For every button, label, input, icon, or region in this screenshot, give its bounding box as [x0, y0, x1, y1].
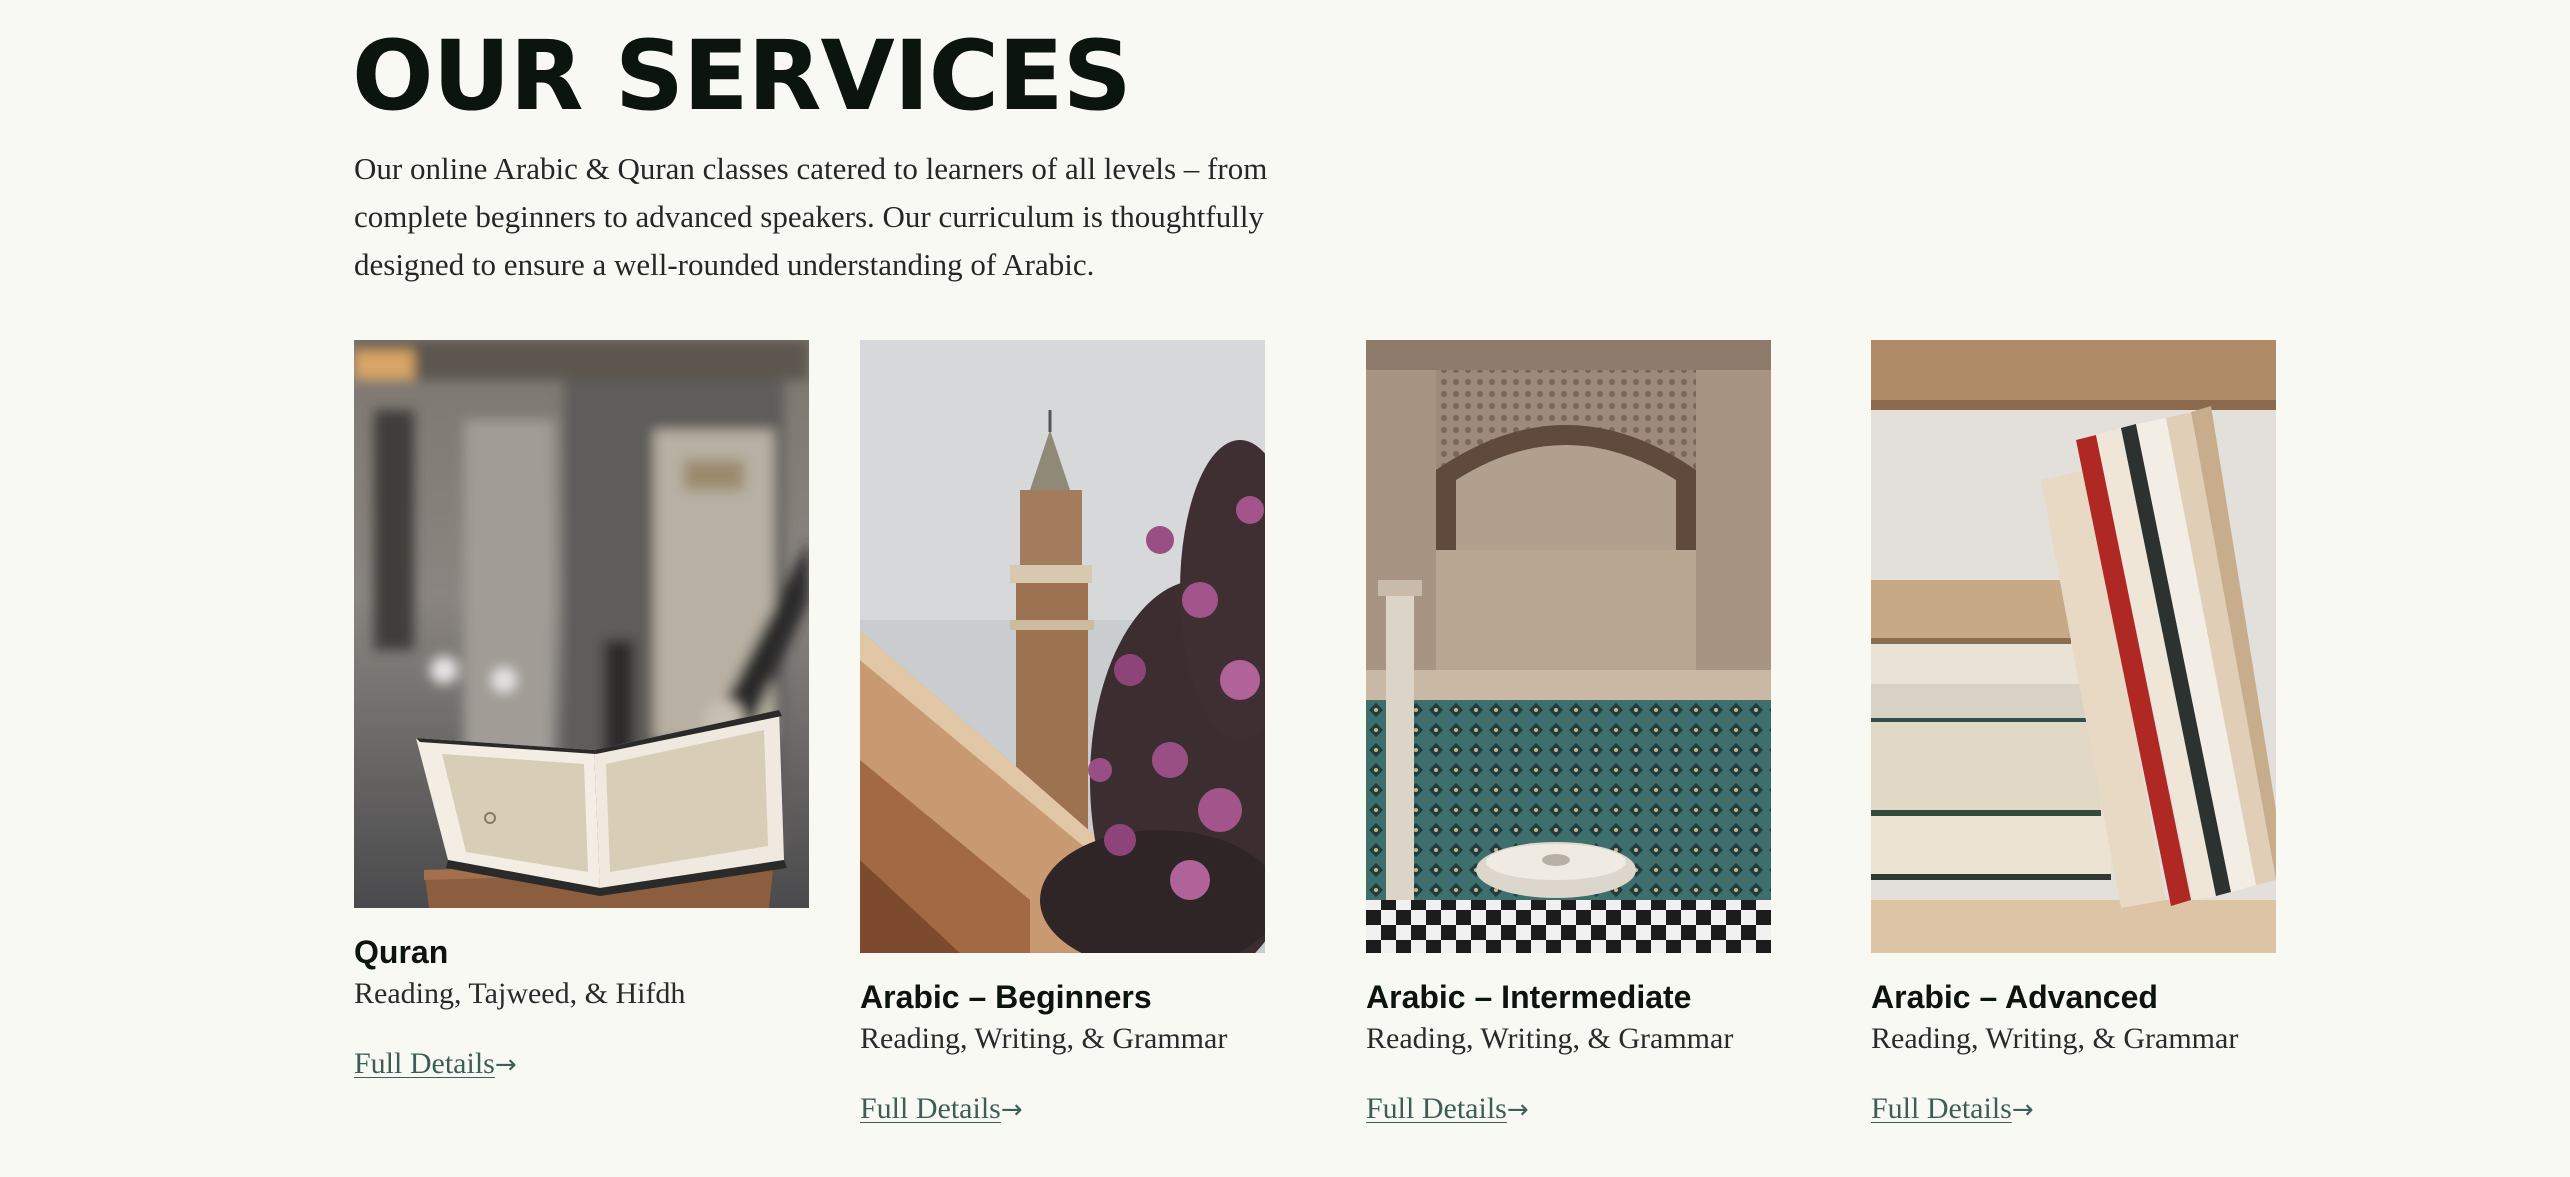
quran-book-image — [354, 340, 809, 908]
full-details-link-arabic-intermediate[interactable]: Full Details→ — [1366, 1089, 1529, 1130]
full-details-label: Full Details — [1366, 1092, 1507, 1125]
service-card-arabic-beginners: Arabic – Beginners Reading, Writing, & G… — [860, 340, 1265, 1130]
full-details-label: Full Details — [1871, 1092, 2012, 1125]
service-title: Arabic – Intermediate — [1366, 979, 1692, 1015]
moroccan-courtyard-image — [1366, 340, 1771, 953]
service-title: Arabic – Beginners — [860, 979, 1152, 1015]
full-details-label: Full Details — [860, 1092, 1001, 1125]
page-title: OUR SERVICES — [352, 20, 1132, 132]
service-subtitle: Reading, Writing, & Grammar — [1366, 1022, 1734, 1055]
service-title: Arabic – Advanced — [1871, 979, 2158, 1015]
service-card-arabic-advanced: Arabic – Advanced Reading, Writing, & Gr… — [1871, 340, 2276, 1130]
arrow-right-icon: → — [2011, 1095, 2034, 1125]
services-intro: Our online Arabic & Quran classes catere… — [354, 151, 1268, 282]
service-title: Quran — [354, 934, 449, 970]
full-details-link-arabic-advanced[interactable]: Full Details→ — [1871, 1089, 2034, 1130]
full-details-link-arabic-beginners[interactable]: Full Details→ — [860, 1089, 1023, 1130]
service-subtitle: Reading, Tajweed, & Hifdh — [354, 977, 686, 1010]
full-details-link-quran[interactable]: Full Details→ — [354, 1044, 517, 1085]
bookshelf-image — [1871, 340, 2276, 953]
arrow-right-icon: → — [494, 1050, 517, 1080]
service-subtitle: Reading, Writing, & Grammar — [1871, 1022, 2239, 1055]
service-subtitle: Reading, Writing, & Grammar — [860, 1022, 1228, 1055]
arrow-right-icon: → — [1506, 1095, 1529, 1125]
service-card-arabic-intermediate: Arabic – Intermediate Reading, Writing, … — [1366, 340, 1771, 1130]
arrow-right-icon: → — [1000, 1095, 1023, 1125]
full-details-label: Full Details — [354, 1047, 495, 1080]
service-card-quran: Quran Reading, Tajweed, & Hifdh Full Det… — [354, 340, 809, 1085]
minaret-image — [860, 340, 1265, 953]
